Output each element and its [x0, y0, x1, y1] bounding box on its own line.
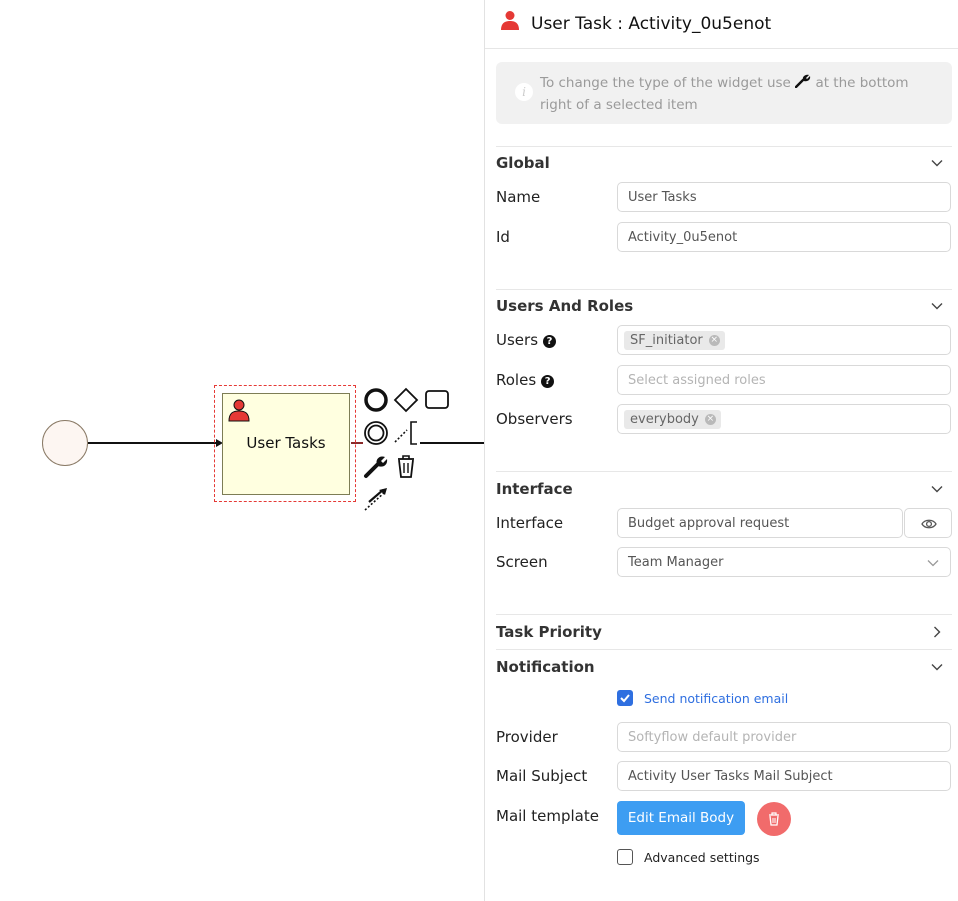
tag-label: everybody: [630, 412, 699, 427]
trash-icon: [769, 812, 779, 826]
chevron-down-icon: [926, 556, 940, 570]
properties-panel: User Task : Activity_0u5enot i To change…: [484, 0, 958, 901]
screen-value: Team Manager: [628, 555, 724, 570]
chevron-down-icon: [930, 482, 944, 496]
section-global-header[interactable]: Global: [496, 148, 952, 178]
info-icon: i: [515, 83, 533, 101]
roles-label: Roles?: [496, 371, 555, 389]
text-annotation-icon[interactable]: [393, 420, 419, 446]
connect-icon[interactable]: [363, 486, 389, 512]
interface-select[interactable]: Budget approval request: [617, 508, 903, 538]
observers-tag: everybody ×: [624, 410, 721, 429]
section-divider: [496, 649, 952, 650]
id-field[interactable]: Activity_0u5enot: [617, 222, 951, 252]
gateway-icon[interactable]: [393, 387, 419, 413]
info-box: i To change the type of the widget use a…: [496, 62, 952, 124]
interface-value: Budget approval request: [628, 516, 790, 531]
help-icon[interactable]: ?: [543, 335, 557, 348]
chevron-right-icon: [930, 625, 944, 639]
id-label: Id: [496, 228, 510, 246]
section-title: Task Priority: [496, 623, 602, 641]
section-divider: [496, 471, 952, 472]
sequence-flow-in[interactable]: [88, 442, 216, 444]
start-event[interactable]: [42, 420, 88, 466]
advanced-settings-checkbox[interactable]: [617, 849, 633, 865]
screen-label: Screen: [496, 553, 548, 571]
provider-label: Provider: [496, 728, 558, 746]
chevron-down-icon: [930, 660, 944, 674]
mail-subject-value: Activity User Tasks Mail Subject: [628, 769, 833, 784]
mail-template-label: Mail template: [496, 807, 599, 825]
check-icon: [620, 694, 630, 703]
screen-select[interactable]: Team Manager: [617, 547, 951, 577]
users-label-text: Users: [496, 331, 539, 349]
preview-button[interactable]: [904, 508, 952, 538]
info-text-before: To change the type of the widget use: [540, 75, 791, 91]
name-field-value: User Tasks: [628, 190, 697, 205]
section-interface-header[interactable]: Interface: [496, 474, 952, 504]
task-label: User Tasks: [246, 434, 326, 452]
tag-label: SF_initiator: [630, 333, 703, 348]
section-divider: [496, 289, 952, 290]
advanced-settings-label[interactable]: Advanced settings: [644, 850, 760, 865]
section-title: Global: [496, 154, 550, 172]
id-field-value: Activity_0u5enot: [628, 230, 738, 245]
section-users-roles-header[interactable]: Users And Roles: [496, 291, 952, 321]
mail-subject-label: Mail Subject: [496, 767, 588, 785]
users-tag: SF_initiator ×: [624, 331, 725, 350]
roles-select[interactable]: Select assigned roles: [617, 365, 951, 395]
wrench-icon[interactable]: [363, 453, 389, 479]
help-icon[interactable]: ?: [541, 375, 555, 388]
user-task[interactable]: User Tasks: [222, 393, 350, 495]
tag-remove-icon[interactable]: ×: [708, 335, 720, 346]
delete-template-button[interactable]: [757, 802, 791, 836]
interface-label: Interface: [496, 514, 564, 532]
section-title: Users And Roles: [496, 297, 634, 315]
observers-select[interactable]: everybody ×: [617, 404, 951, 434]
chevron-down-icon: [930, 156, 944, 170]
section-task-priority-header[interactable]: Task Priority: [496, 617, 952, 647]
end-event-icon[interactable]: [363, 387, 389, 413]
send-email-label[interactable]: Send notification email: [644, 691, 788, 706]
bpmn-canvas[interactable]: User Tasks: [0, 0, 484, 901]
observers-label: Observers: [496, 410, 573, 428]
users-label: Users?: [496, 331, 557, 349]
users-select[interactable]: SF_initiator ×: [617, 325, 951, 355]
panel-title: User Task : Activity_0u5enot: [531, 14, 772, 34]
roles-placeholder: Select assigned roles: [628, 373, 766, 388]
section-divider: [496, 614, 952, 615]
section-notification-header[interactable]: Notification: [496, 652, 952, 682]
task-icon[interactable]: [424, 387, 450, 413]
chevron-down-icon: [930, 299, 944, 313]
intermediate-event-icon[interactable]: [363, 420, 389, 446]
eye-icon: [921, 519, 937, 529]
section-divider: [496, 146, 952, 147]
mail-subject-field[interactable]: Activity User Tasks Mail Subject: [617, 761, 951, 791]
provider-placeholder: Softyflow default provider: [628, 730, 797, 745]
provider-select[interactable]: Softyflow default provider: [617, 722, 951, 752]
tag-remove-icon[interactable]: ×: [704, 414, 716, 425]
user-icon: [228, 399, 250, 422]
sequence-flow-out-right[interactable]: [420, 442, 484, 444]
user-icon: [501, 11, 519, 30]
name-label: Name: [496, 188, 541, 206]
info-text: To change the type of the widget use at …: [540, 72, 930, 116]
name-field[interactable]: User Tasks: [617, 182, 951, 212]
section-title: Notification: [496, 658, 595, 676]
roles-label-text: Roles: [496, 371, 537, 389]
panel-header: User Task : Activity_0u5enot: [485, 0, 958, 49]
edit-email-body-button[interactable]: Edit Email Body: [617, 801, 745, 835]
trash-icon[interactable]: [393, 453, 419, 479]
section-title: Interface: [496, 480, 573, 498]
wrench-icon: [795, 74, 811, 88]
send-email-checkbox[interactable]: [617, 690, 633, 706]
